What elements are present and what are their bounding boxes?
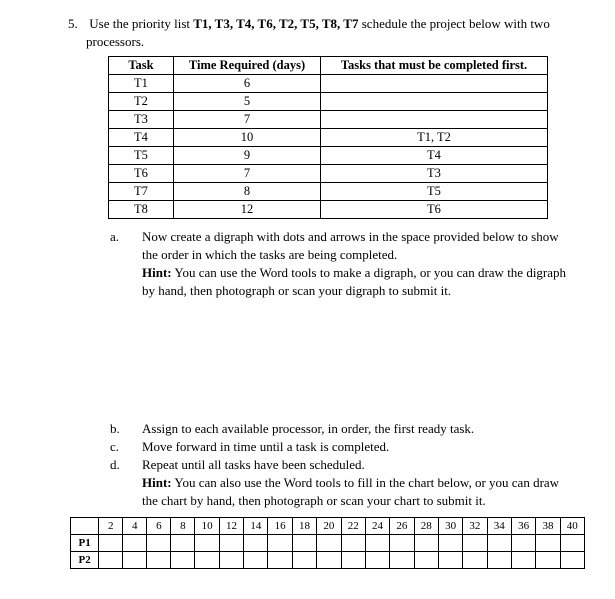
part-d-hint-line2: the chart by hand, then photograph or sc… <box>142 493 585 509</box>
hint-label-d: Hint: <box>142 475 172 490</box>
schedule-row-p1: P1 <box>71 535 585 552</box>
hint-text: You can use the Word tools to make a dig… <box>172 265 566 280</box>
table-row: T16 <box>109 75 548 93</box>
q-priority-list: T1, T3, T4, T6, T2, T5, T8, T7 <box>193 16 358 31</box>
table-row: T59T4 <box>109 147 548 165</box>
part-b-text: Assign to each available processor, in o… <box>142 421 474 436</box>
schedule-row-label: P1 <box>71 535 99 552</box>
q-text-before: Use the priority list <box>89 16 193 31</box>
part-d-hint: Hint: You can also use the Word tools to… <box>142 475 585 491</box>
schedule-chart: 246810121416182022242628303234363840 P1 … <box>70 517 585 569</box>
table-row: T410T1, T2 <box>109 129 548 147</box>
part-c: c.Move forward in time until a task is c… <box>126 439 585 455</box>
part-b: b.Assign to each available processor, in… <box>126 421 585 437</box>
q-text-after: schedule the project below with two <box>358 16 549 31</box>
question-number: 5. <box>68 16 86 32</box>
part-c-text: Move forward in time until a task is com… <box>142 439 389 454</box>
table-row: T812T6 <box>109 201 548 219</box>
part-a-line1: Now create a digraph with dots and arrow… <box>142 229 559 244</box>
hint-label: Hint: <box>142 265 172 280</box>
th-time: Time Required (days) <box>174 57 321 75</box>
question-stem: 5. Use the priority list T1, T3, T4, T6,… <box>68 16 585 32</box>
table-row: T37 <box>109 111 548 129</box>
question-line2: processors. <box>86 34 585 50</box>
part-a-hint-line2: by hand, then photograph or scan your di… <box>142 283 585 299</box>
part-b-letter: b. <box>126 421 142 437</box>
hint-text-d: You can also use the Word tools to fill … <box>172 475 559 490</box>
schedule-row-p2: P2 <box>71 552 585 569</box>
part-c-letter: c. <box>126 439 142 455</box>
part-d: d.Repeat until all tasks have been sched… <box>126 457 585 473</box>
schedule-row-label: P2 <box>71 552 99 569</box>
part-a-line2: the order in which the tasks are being c… <box>142 247 585 263</box>
part-a: a.Now create a digraph with dots and arr… <box>126 229 585 245</box>
schedule-header-row: 246810121416182022242628303234363840 <box>71 518 585 535</box>
th-dep: Tasks that must be completed first. <box>321 57 548 75</box>
part-a-letter: a. <box>126 229 142 245</box>
part-a-hint: Hint: You can use the Word tools to make… <box>142 265 585 281</box>
table-row: T67T3 <box>109 165 548 183</box>
part-d-letter: d. <box>126 457 142 473</box>
table-row: T25 <box>109 93 548 111</box>
part-d-text: Repeat until all tasks have been schedul… <box>142 457 365 472</box>
th-task: Task <box>109 57 174 75</box>
table-row: T78T5 <box>109 183 548 201</box>
digraph-workspace <box>30 299 585 419</box>
task-table: Task Time Required (days) Tasks that mus… <box>108 56 548 219</box>
